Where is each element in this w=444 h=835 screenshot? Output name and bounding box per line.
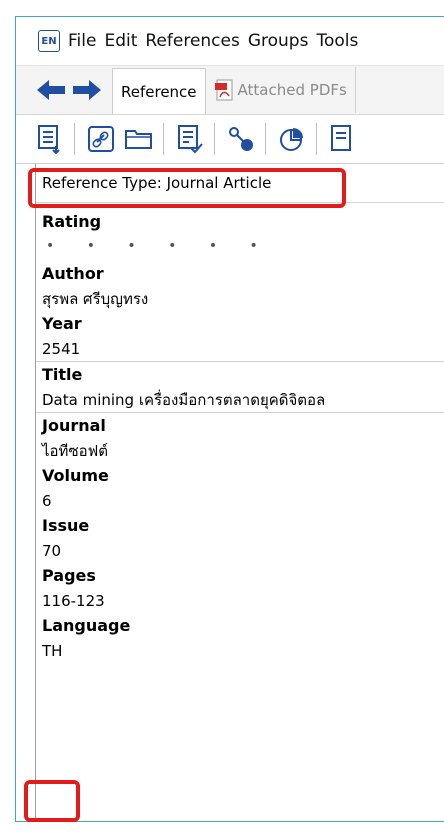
link-icon <box>88 126 114 152</box>
open-folder-button[interactable] <box>123 123 155 155</box>
language-highlight <box>24 780 80 822</box>
toolbar-separator <box>214 123 215 155</box>
tab-bar: Reference Attached PDFs <box>16 66 444 115</box>
toolbar-separator <box>316 123 317 155</box>
field-label: Volume <box>42 466 109 485</box>
pie-chart-icon <box>280 128 303 151</box>
title-value[interactable]: Data mining เครื่องมือการตลาดยุคดิจิตอล <box>42 388 444 412</box>
tab-attached-pdfs[interactable]: Attached PDFs <box>206 67 356 113</box>
field-author: Author สุรพล ศรีบุญทรง <box>36 261 444 311</box>
toolbar-separator <box>74 123 75 155</box>
insert-citation-button[interactable] <box>34 123 66 155</box>
pdf-icon <box>214 79 233 101</box>
language-value[interactable]: TH <box>42 639 444 663</box>
menu-bar: EN File Edit References Groups Tools <box>16 17 444 66</box>
field-label: Title <box>42 365 83 384</box>
find-full-text-icon <box>229 127 253 151</box>
insert-citation-icon <box>38 125 60 154</box>
reference-type-highlight <box>28 168 346 208</box>
forward-arrow-icon[interactable] <box>72 79 102 101</box>
field-issue: Issue 70 <box>36 513 444 563</box>
toolbar-separator <box>163 123 164 155</box>
field-rating: Rating • • • • • • <box>36 209 444 257</box>
field-label: Pages <box>42 566 96 585</box>
document-icon <box>331 125 351 151</box>
volume-value[interactable]: 6 <box>42 489 444 513</box>
journal-value[interactable]: ไอทีซอฟต์ <box>42 439 444 463</box>
reference-panel: Reference Type: Journal Article Rating •… <box>35 164 444 820</box>
field-year: Year 2541 <box>36 311 444 361</box>
pages-value[interactable]: 116-123 <box>42 589 444 613</box>
find-full-text-button[interactable] <box>225 123 257 155</box>
field-journal: Journal ไอทีซอฟต์ <box>36 413 444 463</box>
folder-icon <box>125 130 152 149</box>
menu-tools[interactable]: Tools <box>316 31 358 51</box>
menu-edit[interactable]: Edit <box>104 31 137 51</box>
toolbar <box>16 115 444 164</box>
tab-reference[interactable]: Reference <box>112 68 206 114</box>
field-language: Language TH <box>36 613 444 663</box>
year-value[interactable]: 2541 <box>42 337 444 361</box>
field-label: Issue <box>42 516 90 535</box>
menu-groups[interactable]: Groups <box>248 31 309 51</box>
format-bibliography-icon <box>178 125 203 154</box>
field-label: Year <box>42 314 82 333</box>
field-label: Rating <box>42 212 102 231</box>
field-label: Journal <box>42 416 106 435</box>
toolbar-separator <box>265 123 266 155</box>
field-volume: Volume 6 <box>36 463 444 513</box>
tab-reference-label: Reference <box>121 82 197 101</box>
back-arrow-icon[interactable] <box>36 79 66 101</box>
author-value[interactable]: สุรพล ศรีบุญทรง <box>42 287 444 311</box>
field-label: Language <box>42 616 131 635</box>
tab-attached-pdfs-label: Attached PDFs <box>237 81 347 99</box>
summary-chart-button[interactable] <box>276 123 308 155</box>
menu-references[interactable]: References <box>145 31 239 51</box>
rating-stars[interactable]: • • • • • • <box>42 235 444 257</box>
document-button[interactable] <box>327 123 359 155</box>
attach-link-button[interactable] <box>85 123 117 155</box>
field-pages: Pages 116-123 <box>36 563 444 613</box>
field-title: Title Data mining เครื่องมือการตลาดยุคดิ… <box>36 361 444 413</box>
field-label: Author <box>42 264 104 283</box>
format-bibliography-button[interactable] <box>174 123 206 155</box>
endnote-app-icon: EN <box>38 30 60 52</box>
issue-value[interactable]: 70 <box>42 539 444 563</box>
menu-file[interactable]: File <box>68 31 96 51</box>
